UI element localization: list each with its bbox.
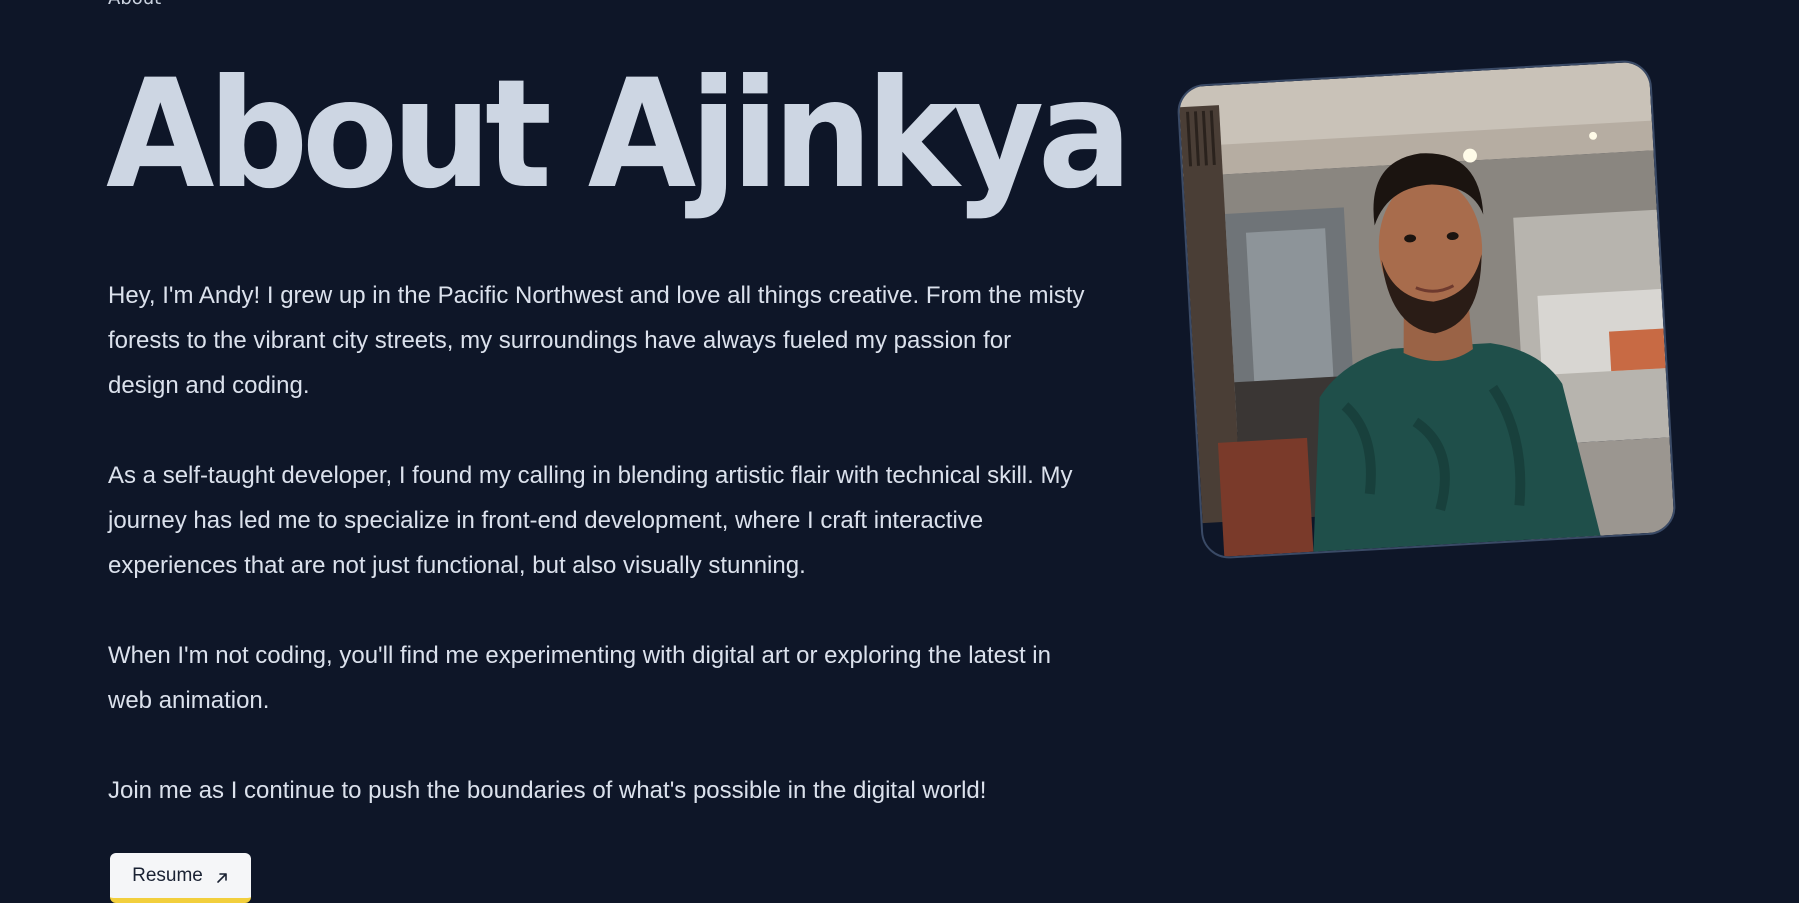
nav-current-label[interactable]: About [108,0,161,8]
bio-paragraph-3: When I'm not coding, you'll find me expe… [108,642,1051,714]
page-title: About Ajinkya [106,48,1132,222]
bio-paragraph-2: As a self-taught developer, I found my c… [108,462,1073,579]
bio-section: Hey, I'm Andy! I grew up in the Pacific … [108,273,1088,858]
resume-button-label: Resume [132,864,203,886]
profile-photo [1176,59,1677,560]
bio-paragraph-4: Join me as I continue to push the bounda… [108,777,987,804]
arrow-up-right-icon [215,869,229,883]
resume-button[interactable]: Resume [110,853,251,903]
bio-paragraph-1: Hey, I'm Andy! I grew up in the Pacific … [108,282,1085,399]
